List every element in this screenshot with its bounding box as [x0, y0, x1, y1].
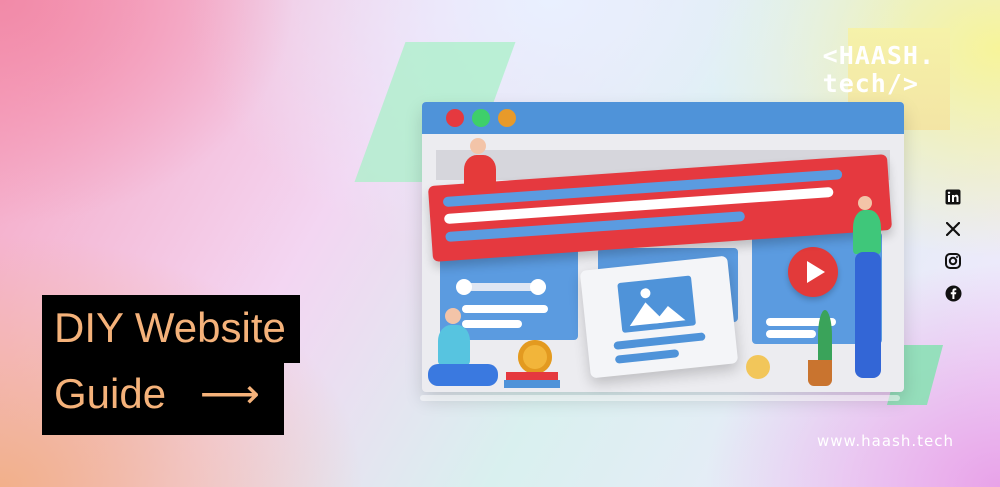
- x-icon[interactable]: [944, 220, 962, 238]
- text-line: [613, 332, 706, 350]
- book-icon: [506, 372, 558, 380]
- person-figure: [438, 325, 470, 365]
- person-head: [858, 196, 872, 210]
- plant-icon: [818, 310, 832, 362]
- social-links: [944, 188, 962, 302]
- person-head: [470, 138, 486, 154]
- facebook-icon[interactable]: [944, 284, 962, 302]
- plant-pot-icon: [808, 360, 832, 386]
- play-icon: [788, 247, 838, 297]
- person-legs: [428, 364, 498, 386]
- person-figure: [853, 210, 881, 254]
- headline-line-2[interactable]: Guide ⟶: [42, 361, 284, 435]
- brand-logo[interactable]: <HAASH. tech/>: [823, 42, 935, 98]
- slider-knob: [456, 279, 472, 295]
- person-head: [445, 308, 461, 324]
- person-figure: [464, 155, 496, 191]
- image-card-illustration: [579, 255, 739, 379]
- website-url[interactable]: www.haash.tech: [817, 432, 954, 450]
- image-icon: [617, 275, 697, 333]
- instagram-icon[interactable]: [944, 252, 962, 270]
- alarm-clock-icon: [518, 340, 552, 374]
- headline-line-1: DIY Website: [42, 295, 300, 363]
- toy-icon: [746, 355, 770, 379]
- window-minimize-dot: [498, 109, 516, 127]
- floor-shadow: [420, 395, 900, 401]
- linkedin-icon[interactable]: [944, 188, 962, 206]
- logo-line-1: <HAASH.: [822, 41, 935, 70]
- text-line: [462, 320, 522, 328]
- headline-line-2-text: Guide: [54, 370, 167, 417]
- window-maximize-dot: [472, 109, 490, 127]
- text-line: [462, 305, 548, 313]
- text-line: [614, 349, 680, 364]
- headline: DIY Website Guide ⟶: [42, 295, 300, 435]
- window-close-dot: [446, 109, 464, 127]
- slider-knob: [530, 279, 546, 295]
- logo-line-2: tech/>: [822, 69, 919, 98]
- book-icon: [504, 380, 560, 388]
- text-line: [766, 330, 816, 338]
- person-legs: [855, 252, 881, 378]
- browser-title-bar: [422, 102, 904, 134]
- arrow-right-icon: ⟶: [199, 370, 260, 417]
